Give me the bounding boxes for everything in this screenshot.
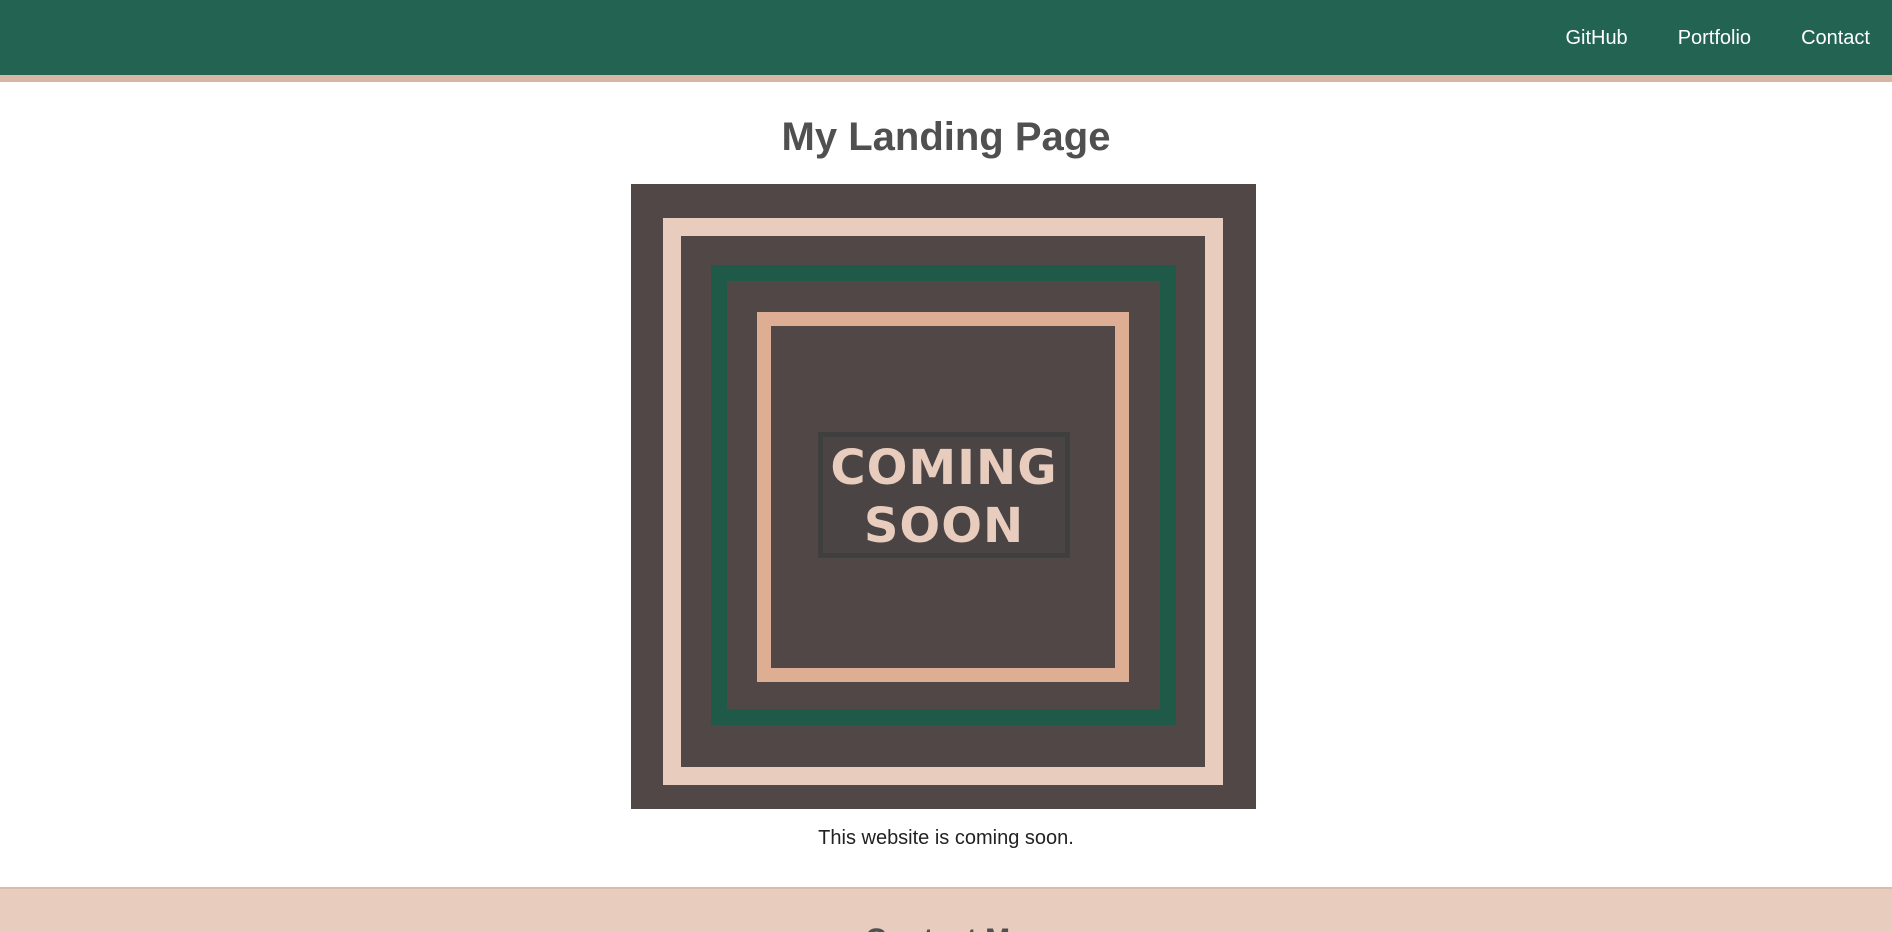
nav-link-github[interactable]: GitHub (1565, 28, 1627, 48)
coming-text: COMING (830, 440, 1058, 496)
contact-heading: Contact Me (0, 922, 1892, 932)
main-navigation: GitHub Portfolio Contact (1565, 0, 1870, 75)
nav-link-portfolio[interactable]: Portfolio (1678, 28, 1751, 48)
coming-soon-caption: This website is coming soon. (818, 827, 1074, 849)
contact-section: Contact Me (0, 887, 1892, 932)
top-navigation-bar: GitHub Portfolio Contact (0, 0, 1892, 82)
nav-link-contact[interactable]: Contact (1801, 28, 1870, 48)
soon-text: SOON (863, 498, 1025, 554)
page-title: My Landing Page (781, 115, 1111, 159)
coming-soon-badge: COMING SOON (818, 432, 1070, 558)
coming-soon-image: COMING SOON (631, 184, 1256, 809)
